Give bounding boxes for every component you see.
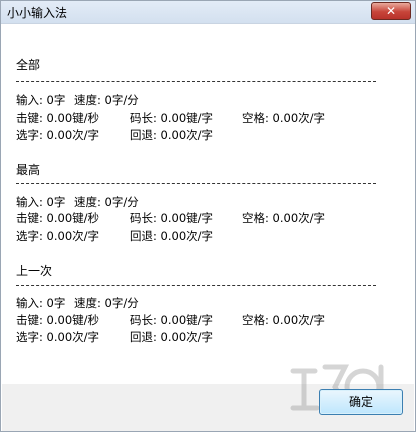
stats-row: 选字: 0.00次/字 回退: 0.00次/字: [2, 127, 414, 143]
code-length: 码长: 0.00键/字: [130, 211, 214, 225]
backspace-rate: 回退: 0.00次/字: [130, 229, 214, 243]
ok-button[interactable]: 确定: [319, 389, 403, 415]
divider: [16, 81, 376, 82]
stats-row: 选字: 0.00次/字 回退: 0.00次/字: [2, 228, 414, 244]
keystroke-rate: 击键: 0.00键/秒: [16, 313, 100, 327]
stats-row: 输入: 0字 速度: 0字/分: [2, 295, 414, 311]
stats-row: 击键: 0.00键/秒 码长: 0.00键/字 空格: 0.00次/字: [2, 110, 414, 126]
stats-row: 选字: 0.00次/字 回退: 0.00次/字: [2, 329, 414, 345]
keystroke-rate: 击键: 0.00键/秒: [16, 111, 100, 125]
divider: [16, 183, 376, 184]
code-length: 码长: 0.00键/字: [130, 111, 214, 125]
backspace-rate: 回退: 0.00次/字: [130, 330, 214, 344]
stats-row: 输入: 0字 速度: 0字/分: [2, 194, 414, 210]
stats-row: 击键: 0.00键/秒 码长: 0.00键/字 空格: 0.00次/字: [2, 210, 414, 226]
select-rate: 选字: 0.00次/字: [16, 229, 100, 243]
space-rate: 空格: 0.00次/字: [242, 111, 326, 125]
keystroke-rate: 击键: 0.00键/秒: [16, 211, 100, 225]
code-length: 码长: 0.00键/字: [130, 313, 214, 327]
typing-speed: 速度: 0字/分: [74, 195, 139, 209]
backspace-rate: 回退: 0.00次/字: [130, 128, 214, 142]
divider: [16, 285, 376, 286]
typing-speed: 速度: 0字/分: [74, 93, 139, 107]
input-count: 输入: 0字: [16, 195, 66, 209]
typing-speed: 速度: 0字/分: [74, 296, 139, 310]
space-rate: 空格: 0.00次/字: [242, 313, 326, 327]
window-title: 小小输入法: [7, 6, 68, 20]
close-button[interactable]: ✕: [371, 2, 411, 20]
select-rate: 选字: 0.00次/字: [16, 128, 100, 142]
section-heading-last: 上一次: [16, 264, 53, 278]
stats-content: 全部 输入: 0字 速度: 0字/分 击键: 0.00键/秒 码长: 0.00键…: [2, 24, 414, 384]
section-heading-all: 全部: [16, 58, 41, 72]
title-bar[interactable]: 小小输入法 ✕: [1, 1, 415, 24]
stats-row: 击键: 0.00键/秒 码长: 0.00键/字 空格: 0.00次/字: [2, 312, 414, 328]
stats-dialog: 小小输入法 ✕ 全部 输入: 0字 速度: 0字/分 击键: 0.00键/秒 码…: [0, 0, 416, 432]
input-count: 输入: 0字: [16, 93, 66, 107]
space-rate: 空格: 0.00次/字: [242, 211, 326, 225]
input-count: 输入: 0字: [16, 296, 66, 310]
select-rate: 选字: 0.00次/字: [16, 330, 100, 344]
stats-row: 输入: 0字 速度: 0字/分: [2, 92, 414, 108]
section-heading-best: 最高: [16, 163, 41, 177]
